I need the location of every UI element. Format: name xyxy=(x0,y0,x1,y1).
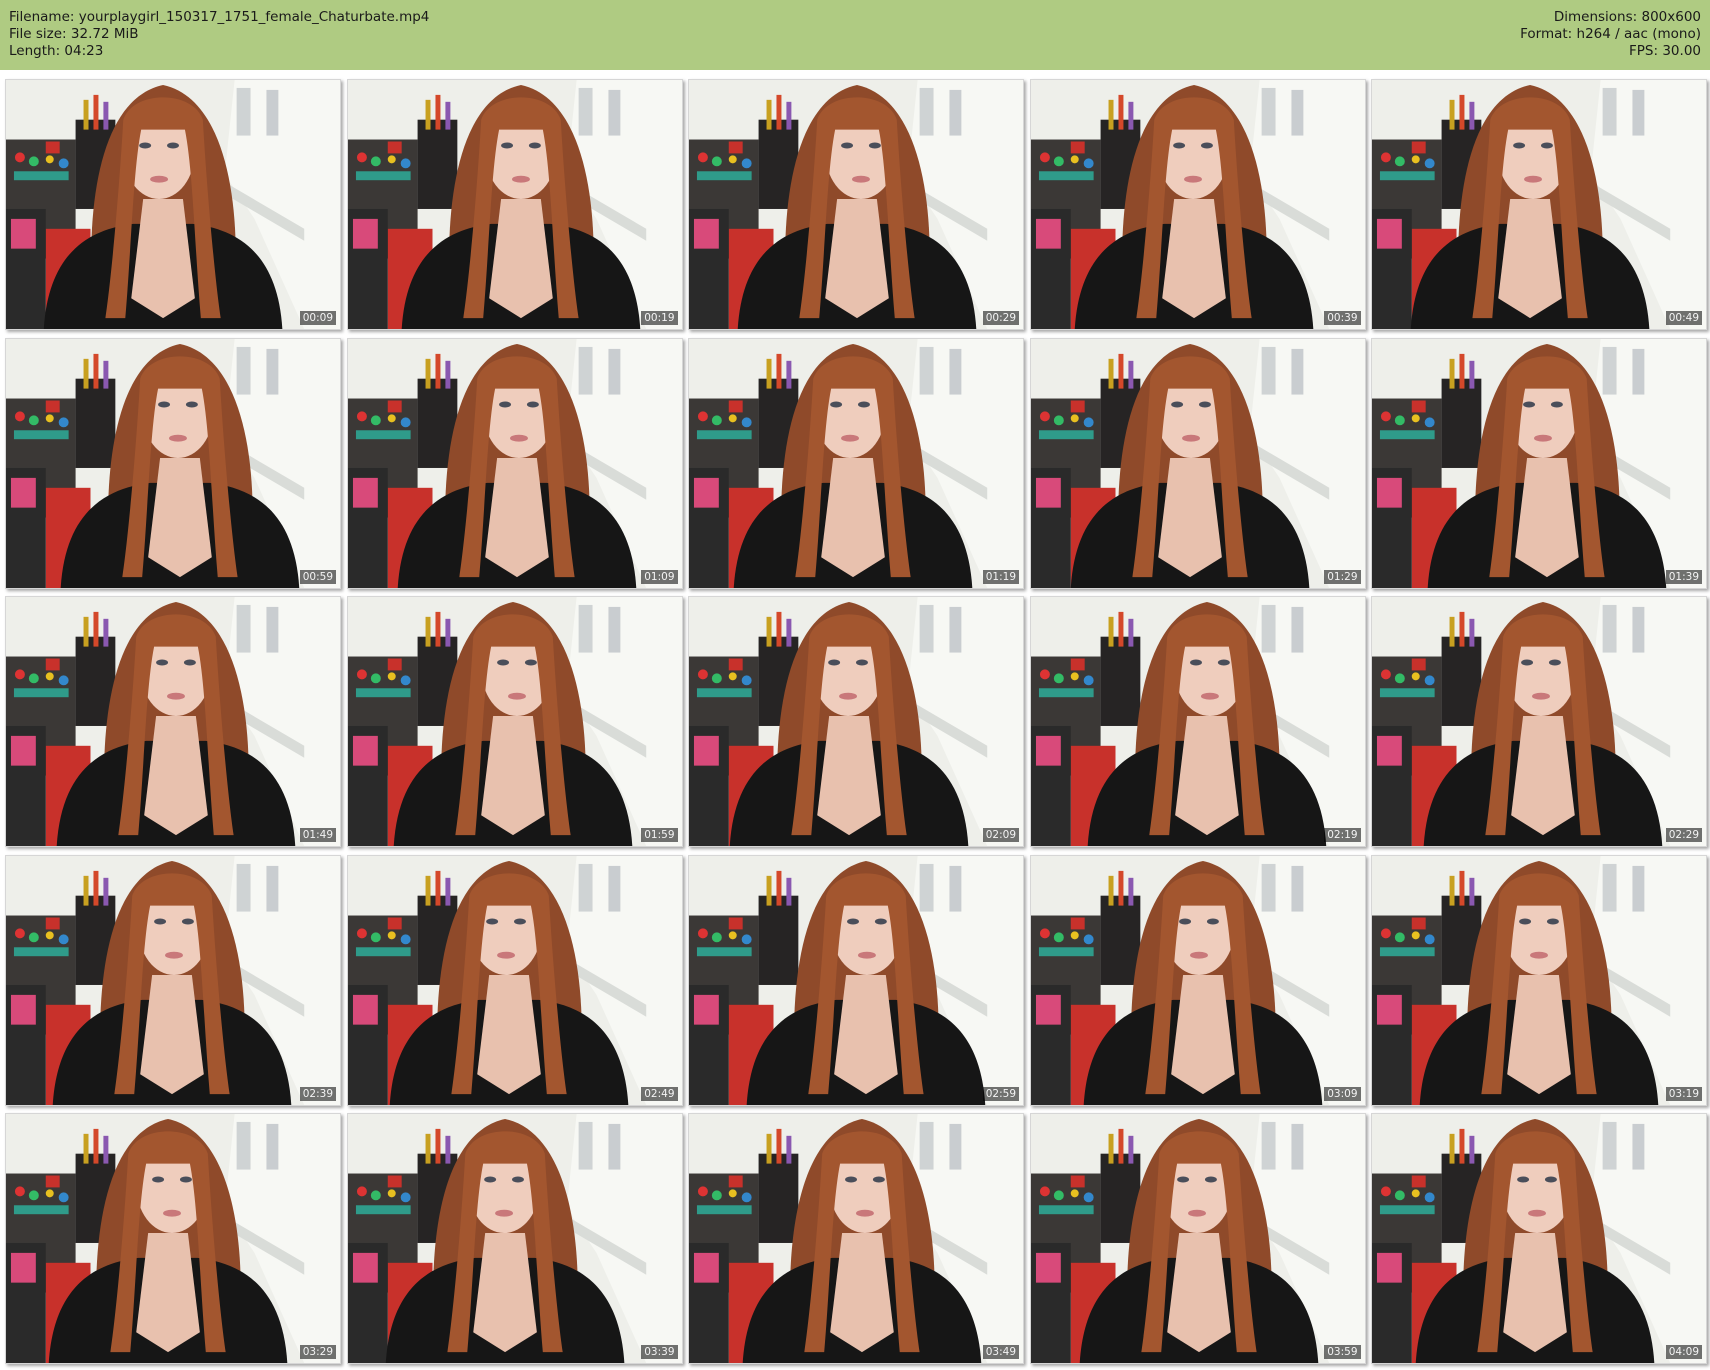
length-text: Length: 04:23 xyxy=(9,43,104,59)
webcam-frame-image xyxy=(689,597,1023,846)
video-thumbnail[interactable]: 02:49 xyxy=(346,854,683,1106)
thumbnail-timestamp: 03:49 xyxy=(982,1345,1019,1359)
webcam-frame-image xyxy=(6,855,340,1105)
webcam-frame-image xyxy=(6,338,340,588)
webcam-frame-image xyxy=(689,1114,1023,1363)
thumbnail-timestamp: 00:09 xyxy=(299,311,336,325)
webcam-frame-image xyxy=(689,338,1023,588)
video-thumbnail[interactable]: 01:59 xyxy=(346,596,683,847)
thumbnail-timestamp: 01:29 xyxy=(1324,569,1361,584)
video-thumbnail[interactable]: 03:19 xyxy=(1371,854,1707,1106)
video-thumbnail[interactable]: 01:09 xyxy=(346,337,683,589)
webcam-frame-image xyxy=(6,597,340,846)
video-thumbnail[interactable]: 02:09 xyxy=(688,596,1024,847)
filename-text: Filename: yourplaygirl_150317_1751_femal… xyxy=(9,9,430,25)
video-thumbnail[interactable]: 03:09 xyxy=(1029,854,1366,1106)
webcam-frame-image xyxy=(1030,1114,1365,1363)
webcam-frame-image xyxy=(347,597,682,846)
webcam-frame-image xyxy=(689,80,1023,329)
video-thumbnail[interactable]: 00:29 xyxy=(688,79,1024,330)
video-thumbnail[interactable]: 00:19 xyxy=(346,79,683,330)
webcam-frame-image xyxy=(1030,597,1365,846)
filesize-text: File size: 32.72 MiB xyxy=(9,26,139,42)
webcam-frame-image xyxy=(1372,80,1706,329)
thumbnail-timestamp: 00:19 xyxy=(641,311,678,325)
webcam-frame-image xyxy=(1372,597,1706,846)
thumbnail-timestamp: 02:29 xyxy=(1665,828,1702,842)
webcam-frame-image xyxy=(1030,855,1365,1105)
webcam-frame-image xyxy=(689,855,1023,1105)
video-thumbnail[interactable]: 03:39 xyxy=(346,1113,683,1364)
video-thumbnail[interactable]: 02:29 xyxy=(1371,596,1707,847)
thumbnail-timestamp: 03:09 xyxy=(1324,1086,1361,1101)
video-thumbnail[interactable]: 00:49 xyxy=(1371,79,1707,330)
dimensions-text: Dimensions: 800x600 xyxy=(1553,9,1701,25)
thumbnail-timestamp: 01:39 xyxy=(1665,569,1702,584)
webcam-frame-image xyxy=(1372,855,1706,1105)
video-thumbnail[interactable]: 01:29 xyxy=(1029,337,1366,589)
thumbnail-timestamp: 02:59 xyxy=(982,1086,1019,1101)
thumbnail-timestamp: 01:19 xyxy=(982,569,1019,584)
thumbnail-timestamp: 00:59 xyxy=(299,569,336,584)
video-thumbnail[interactable]: 00:39 xyxy=(1029,79,1366,330)
webcam-frame-image xyxy=(6,80,340,329)
webcam-frame-image xyxy=(347,80,682,329)
webcam-frame-image xyxy=(347,1114,682,1363)
thumbnail-timestamp: 01:49 xyxy=(299,828,336,842)
webcam-frame-image xyxy=(347,855,682,1105)
webcam-frame-image xyxy=(1372,338,1706,588)
video-thumbnail[interactable]: 02:59 xyxy=(688,854,1024,1106)
webcam-frame-image xyxy=(1030,80,1365,329)
video-thumbnail[interactable]: 03:49 xyxy=(688,1113,1024,1364)
thumbnail-timestamp: 02:39 xyxy=(299,1086,336,1101)
thumbnail-timestamp: 00:49 xyxy=(1665,311,1702,325)
video-thumbnail[interactable]: 03:29 xyxy=(5,1113,341,1364)
thumbnail-timestamp: 04:09 xyxy=(1665,1345,1702,1359)
thumbnail-timestamp: 00:29 xyxy=(982,311,1019,325)
thumbnail-timestamp: 02:49 xyxy=(641,1086,678,1101)
media-info: Dimensions: 800x600 Format: h264 / aac (… xyxy=(1520,9,1701,60)
webcam-frame-image xyxy=(6,1114,340,1363)
thumbnail-grid: 00:09 00:19 00:29 00:39 00:49 00:59 01:09 01:19… xyxy=(0,75,1710,1370)
thumbnail-timestamp: 03:29 xyxy=(299,1345,336,1359)
video-thumbnail[interactable]: 01:49 xyxy=(5,596,341,847)
video-thumbnail[interactable]: 01:19 xyxy=(688,337,1024,589)
thumbnail-timestamp: 00:39 xyxy=(1324,311,1361,325)
thumbnail-timestamp: 02:19 xyxy=(1324,828,1361,842)
webcam-frame-image xyxy=(347,338,682,588)
info-header: Filename: yourplaygirl_150317_1751_femal… xyxy=(0,0,1710,70)
thumbnail-timestamp: 01:59 xyxy=(641,828,678,842)
thumbnail-timestamp: 03:19 xyxy=(1665,1086,1702,1101)
file-info: Filename: yourplaygirl_150317_1751_femal… xyxy=(9,9,429,60)
format-text: Format: h264 / aac (mono) xyxy=(1520,26,1701,42)
fps-text: FPS: 30.00 xyxy=(1629,43,1701,59)
webcam-frame-image xyxy=(1372,1114,1706,1363)
thumbnail-timestamp: 01:09 xyxy=(641,569,678,584)
video-thumbnail[interactable]: 02:39 xyxy=(5,854,341,1106)
video-thumbnail[interactable]: 01:39 xyxy=(1371,337,1707,589)
webcam-frame-image xyxy=(1030,338,1365,588)
video-thumbnail[interactable]: 00:09 xyxy=(5,79,341,330)
thumbnail-timestamp: 03:39 xyxy=(641,1345,678,1359)
thumbnail-timestamp: 02:09 xyxy=(982,828,1019,842)
thumbnail-timestamp: 03:59 xyxy=(1324,1345,1361,1359)
video-thumbnail[interactable]: 00:59 xyxy=(5,337,341,589)
video-thumbnail[interactable]: 03:59 xyxy=(1029,1113,1366,1364)
video-thumbnail[interactable]: 02:19 xyxy=(1029,596,1366,847)
video-thumbnail[interactable]: 04:09 xyxy=(1371,1113,1707,1364)
